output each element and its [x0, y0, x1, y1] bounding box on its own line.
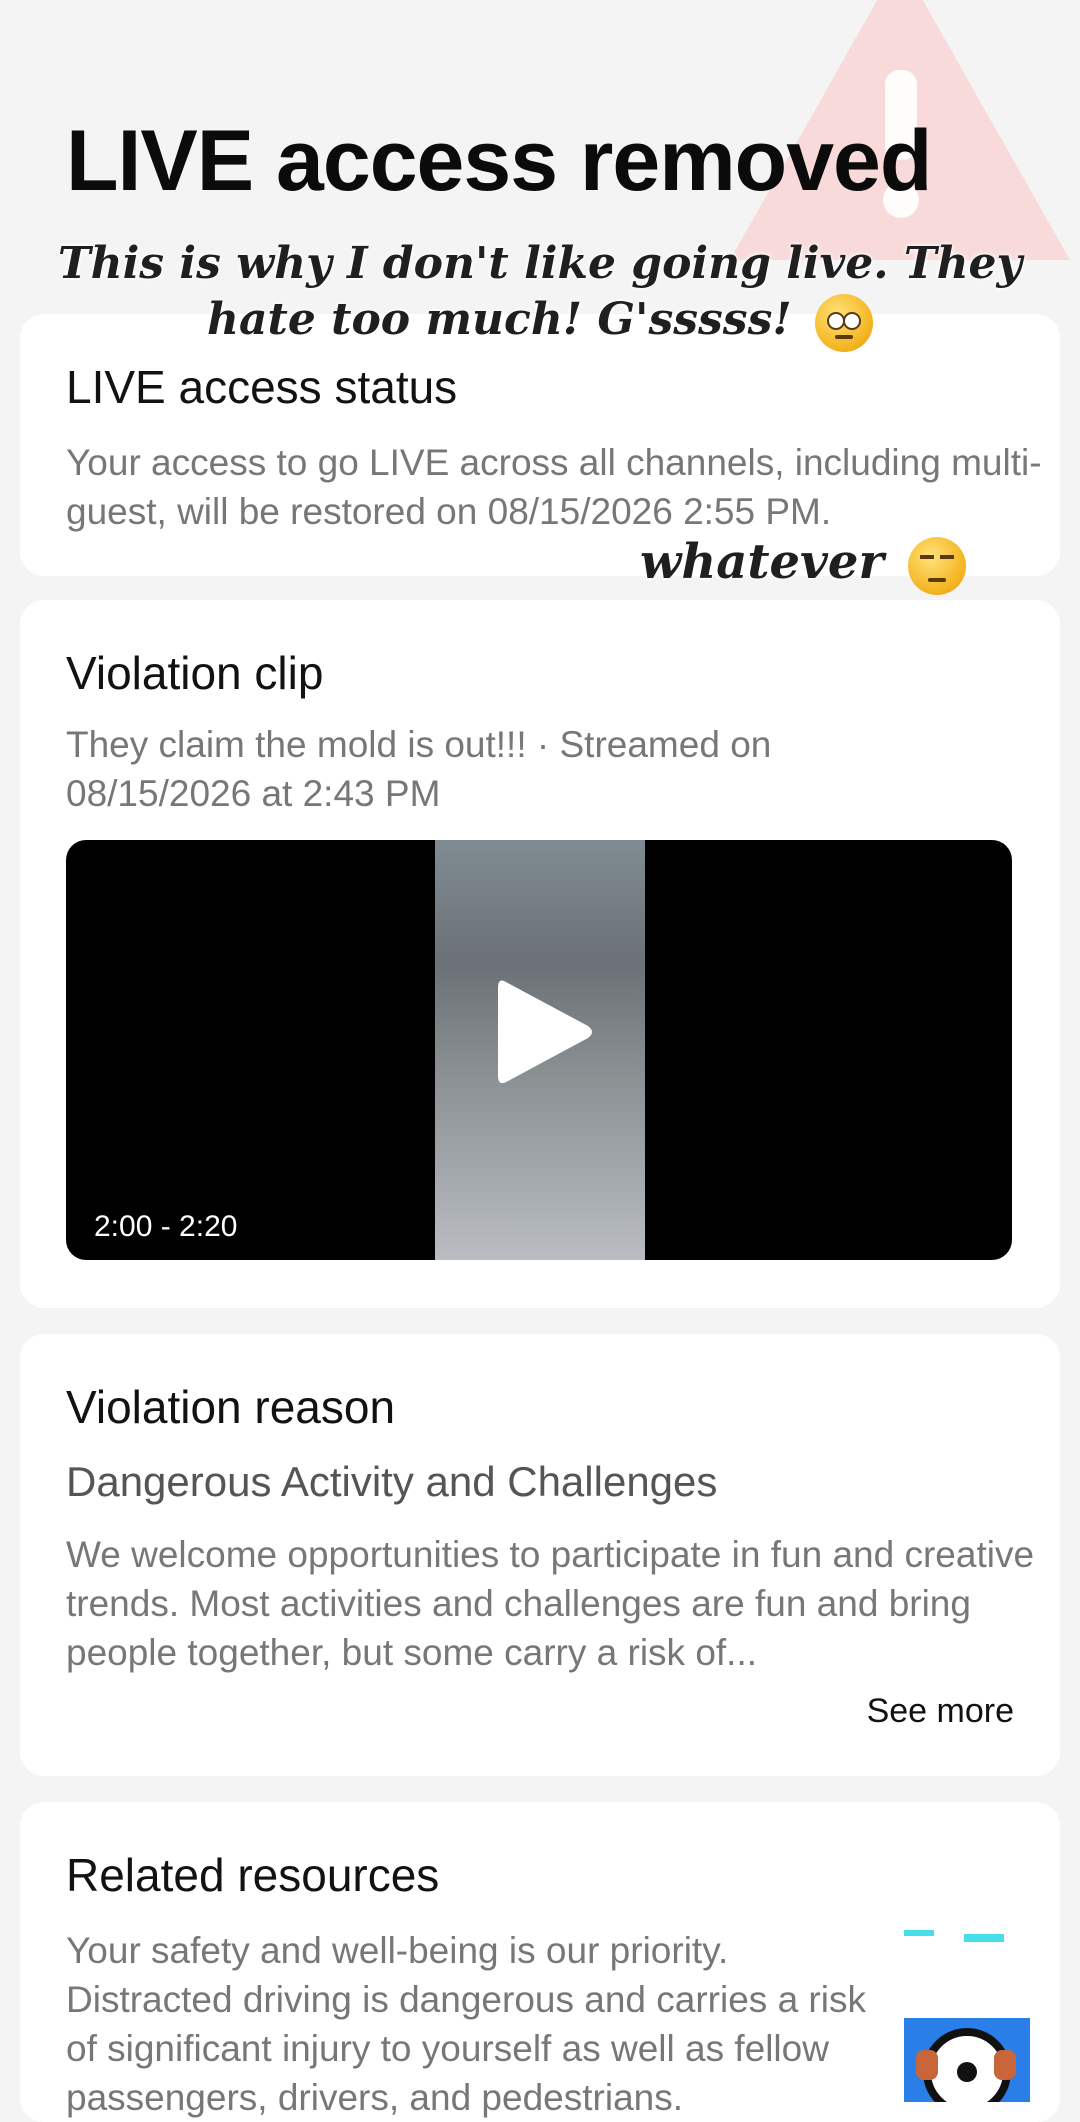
sticker-caption-text: This is why I don't like going live. The… [57, 238, 1023, 345]
violation-reason-card: Violation reason Dangerous Activity and … [20, 1334, 1060, 1776]
violation-clip-title: Violation clip [66, 647, 324, 699]
violation-clip-video[interactable]: 2:00 - 2:20 [66, 840, 1012, 1260]
clip-time-range: 2:00 - 2:20 [94, 1210, 238, 1243]
play-icon[interactable] [488, 972, 598, 1092]
steering-wheel-icon[interactable] [886, 1922, 1036, 2102]
sticker-caption: This is why I don't like going live. The… [20, 236, 1060, 352]
page-title: LIVE access removed [66, 113, 932, 209]
related-resources-body: Your safety and well-being is our priori… [66, 1930, 866, 2118]
sticker-note: whatever [640, 534, 967, 595]
eye-roll-emoji-icon [814, 293, 873, 352]
violation-reason-category: Dangerous Activity and Challenges [66, 1458, 718, 1505]
live-access-status-title: LIVE access status [66, 361, 458, 413]
sticker-note-text: whatever [640, 534, 884, 590]
live-access-status-body: Your access to go LIVE across all channe… [66, 442, 1042, 532]
violation-clip-meta: They claim the mold is out!!! · Streamed… [66, 724, 772, 814]
related-resources-card: Related resources Your safety and well-b… [20, 1802, 1060, 2122]
violation-reason-title: Violation reason [66, 1381, 396, 1433]
see-more-link[interactable]: See more [867, 1692, 1014, 1731]
unamused-emoji-icon [908, 536, 967, 595]
related-resources-title: Related resources [66, 1849, 440, 1901]
violation-reason-description: We welcome opportunities to participate … [66, 1534, 1035, 1673]
violation-clip-card: Violation clip They claim the mold is ou… [20, 600, 1060, 1308]
